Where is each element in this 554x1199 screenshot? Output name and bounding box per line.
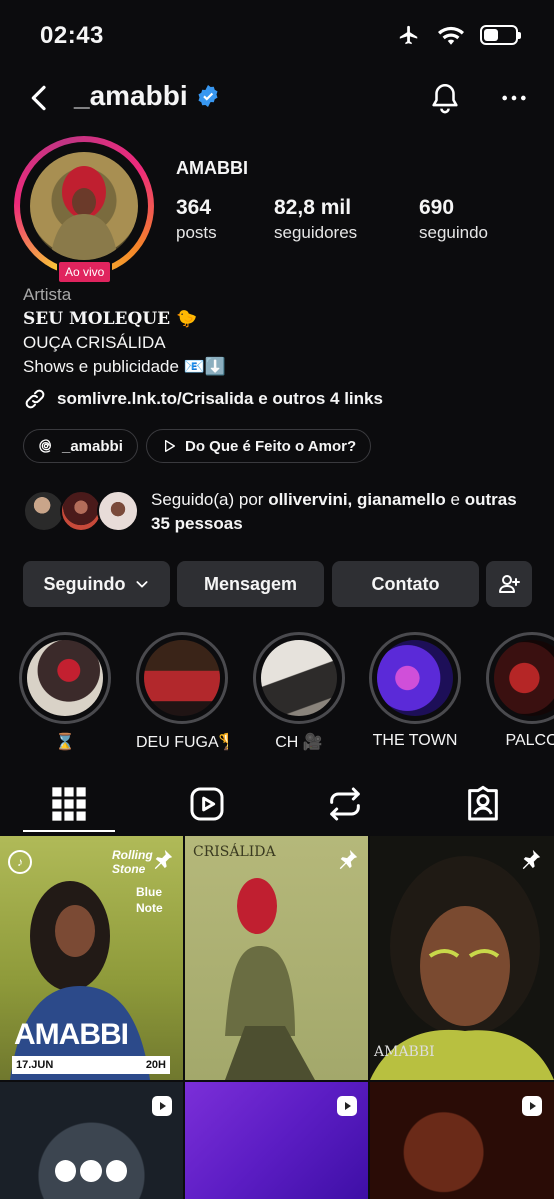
battery-icon: [480, 25, 521, 45]
highlight-cover: [377, 640, 453, 716]
threads-pill[interactable]: _amabbi: [23, 429, 138, 463]
post-thumbnail[interactable]: CRISÁLIDA: [185, 836, 368, 1080]
highlight-label: DEU FUGA🏆: [136, 734, 228, 751]
bio-line-3: Shows e publicidade 📧⬇️: [23, 357, 226, 376]
followed-by-text[interactable]: Seguido(a) por ollivervini, gianamello e…: [151, 488, 531, 536]
contact-button[interactable]: Contato: [332, 561, 479, 607]
verified-badge-icon: [198, 85, 218, 107]
music-note-icon: ♪: [8, 850, 32, 874]
post-overlay-title: AMABBI: [14, 1018, 129, 1051]
play-icon: [165, 440, 175, 452]
highlight-cover: [144, 640, 220, 716]
reel-icon: [337, 1096, 357, 1116]
bio-link[interactable]: somlivre.lnk.to/Crisalida e outros 4 lin…: [23, 387, 383, 411]
reel-icon: [522, 1096, 542, 1116]
followed-by-names: ollivervini, gianamello: [268, 490, 446, 509]
followed-by-mid: e: [445, 490, 465, 509]
follower-avatar-3: [97, 490, 139, 532]
live-badge: Ao vivo: [57, 260, 113, 284]
post-thumbnail[interactable]: AMABBI: [370, 836, 554, 1080]
suggest-people-button[interactable]: [486, 561, 532, 607]
highlight-label: PALCO: [505, 732, 554, 749]
post-thumbnail[interactable]: [185, 1082, 368, 1199]
highlight-item[interactable]: PALCO: [486, 632, 554, 750]
highlight-item[interactable]: DEU FUGA🏆: [136, 632, 228, 752]
add-person-icon: [499, 575, 520, 593]
post-thumbnail[interactable]: [370, 1082, 554, 1199]
post-thumbnail[interactable]: [0, 1082, 183, 1199]
music-pill[interactable]: Do Que é Feito o Amor?: [146, 429, 372, 463]
tagged-icon[interactable]: [463, 784, 503, 824]
post-thumbnail[interactable]: Rolling Stone Blue Note AMABBI 17.JUN 20…: [0, 836, 183, 1080]
highlight-item[interactable]: THE TOWN: [369, 632, 461, 750]
follower-avatar-1: [23, 490, 65, 532]
stat-followers-label: seguidores: [274, 223, 358, 242]
username-text: _amabbi: [74, 80, 188, 111]
bio-link-text: somlivre.lnk.to/Crisalida e outros 4 lin…: [57, 389, 383, 408]
post-overlay-datebar: 17.JUN 20H: [12, 1056, 170, 1074]
stat-following[interactable]: 690 seguindo: [419, 196, 488, 243]
highlight-label: ⌛: [55, 734, 75, 751]
post-overlay-title: CRISÁLIDA: [193, 844, 276, 860]
followed-by-prefix: Seguido(a) por: [151, 490, 269, 509]
chevron-down-icon: [135, 581, 148, 588]
post-overlay-date: 17.JUN: [16, 1059, 54, 1071]
back-arrow-icon[interactable]: [24, 80, 56, 116]
contact-button-label: Contato: [371, 573, 440, 594]
airplane-icon: [399, 25, 418, 45]
following-button[interactable]: Seguindo: [23, 561, 170, 607]
bio-line-2: OUÇA CRISÁLIDA: [23, 333, 166, 352]
post-overlay-title: AMABBI: [374, 1044, 435, 1060]
highlight-item[interactable]: CH 🎥: [253, 632, 345, 752]
pin-icon: [339, 849, 358, 870]
status-icons: [396, 24, 521, 46]
display-name: AMABBI: [176, 158, 248, 178]
pin-icon: [522, 849, 541, 870]
follower-avatar-2: [60, 490, 102, 532]
post-overlay-venue: Blue Note: [136, 885, 163, 915]
notification-bell-icon[interactable]: [428, 80, 462, 116]
highlight-label: CH 🎥: [275, 734, 323, 751]
stat-followers[interactable]: 82,8 mil seguidores: [274, 196, 357, 243]
profile-username: _amabbi: [74, 80, 220, 112]
stat-following-label: seguindo: [419, 223, 489, 242]
highlight-cover: [261, 640, 337, 716]
stat-followers-value: 82,8 mil: [274, 196, 352, 219]
link-icon: [25, 389, 45, 409]
threads-pill-label: _amabbi: [62, 437, 123, 455]
profile-avatar: [30, 152, 138, 260]
highlight-cover: [494, 640, 554, 716]
highlight-label: THE TOWN: [372, 732, 458, 749]
message-button[interactable]: Mensagem: [177, 561, 324, 607]
stat-posts-value: 364: [176, 196, 212, 219]
wifi-icon: [438, 26, 464, 45]
highlight-item[interactable]: ⌛: [19, 632, 111, 752]
reels-icon[interactable]: [187, 784, 227, 824]
message-button-label: Mensagem: [203, 573, 298, 594]
more-options-icon[interactable]: [500, 82, 528, 114]
post-graphic: [55, 1160, 127, 1190]
stat-posts-label: posts: [176, 223, 217, 242]
stat-posts[interactable]: 364 posts: [176, 196, 217, 243]
music-pill-label: Do Que é Feito o Amor?: [185, 437, 357, 455]
reel-icon: [152, 1096, 172, 1116]
status-time: 02:43: [40, 22, 104, 49]
profile-category: Artista: [23, 285, 72, 304]
reposts-icon[interactable]: [325, 784, 365, 824]
highlight-cover: [27, 640, 103, 716]
active-tab-indicator: [23, 830, 115, 832]
bio-line-1: SEU MOLEQUE 🐤: [23, 309, 198, 329]
stat-following-value: 690: [419, 196, 455, 219]
threads-icon: [39, 439, 52, 453]
grid-icon[interactable]: [49, 784, 89, 824]
pin-icon: [154, 849, 173, 870]
profile-avatar-story-ring[interactable]: [14, 136, 154, 276]
following-button-label: Seguindo: [43, 573, 126, 594]
post-overlay-time: 20H: [145, 1059, 166, 1071]
